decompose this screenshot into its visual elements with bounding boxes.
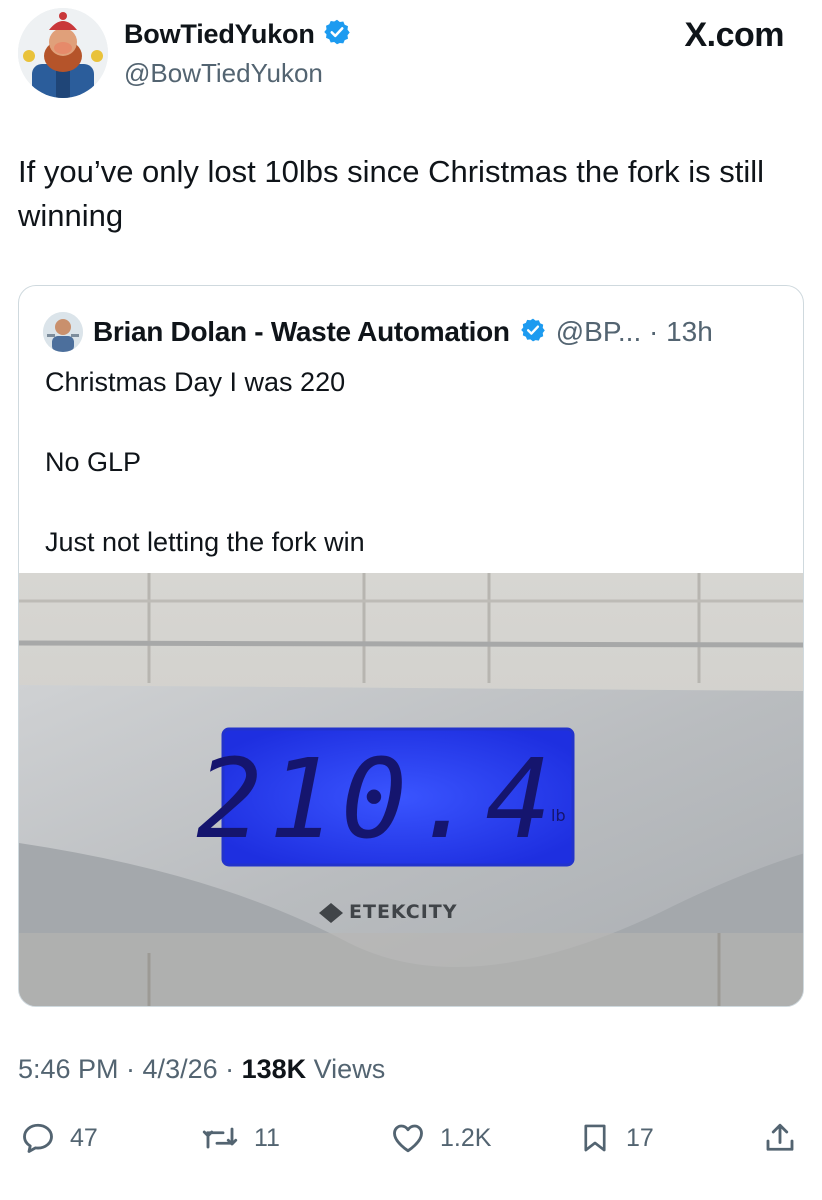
like-count: 1.2K <box>440 1123 492 1152</box>
views-label: Views <box>306 1054 386 1084</box>
quoted-line: Christmas Day I was 220 <box>45 367 346 397</box>
verified-badge-icon <box>520 317 546 348</box>
scale-reading: 210.4 <box>196 735 557 863</box>
share-icon <box>762 1120 798 1156</box>
repost-icon <box>200 1120 240 1156</box>
reply-button[interactable]: 47 <box>20 1116 98 1160</box>
reply-icon <box>20 1120 56 1156</box>
tweet-text: If you’ve only lost 10lbs since Christma… <box>18 154 764 233</box>
author-handle[interactable]: @BowTiedYukon <box>124 58 323 89</box>
author-name-row[interactable]: BowTiedYukon <box>124 18 351 51</box>
like-icon <box>390 1120 426 1156</box>
quoted-author-avatar[interactable] <box>43 312 83 352</box>
quoted-photo-scale[interactable]: 210.4 lb ETEKCITY <box>19 573 804 1007</box>
quoted-tweet-header: Brian Dolan - Waste Automation @BP... · … <box>43 312 713 352</box>
share-button[interactable] <box>762 1116 798 1160</box>
views-count: 138K <box>241 1054 307 1084</box>
tweet-meta: 5:46 PM · 4/3/26 · 138K Views <box>18 1054 385 1085</box>
site-logo-text: X.com <box>684 16 784 54</box>
quoted-line: No GLP <box>45 447 142 477</box>
verified-badge-icon <box>323 18 351 51</box>
repost-button[interactable]: 11 <box>200 1116 280 1160</box>
quoted-author-name[interactable]: Brian Dolan - Waste Automation <box>93 316 510 348</box>
quoted-handle-time: @BP... · 13h <box>555 316 713 347</box>
quoted-line: Just not letting the fork win <box>45 527 365 557</box>
repost-count: 11 <box>254 1123 280 1152</box>
bookmark-icon <box>578 1120 612 1156</box>
scale-unit: lb <box>551 806 566 825</box>
tweet-time-date[interactable]: 5:46 PM · 4/3/26 · <box>18 1054 242 1084</box>
reply-count: 47 <box>70 1123 98 1152</box>
author-avatar[interactable] <box>18 8 108 98</box>
scale-brand: ETEKCITY <box>349 901 458 923</box>
action-bar: 47 11 1.2K 17 <box>0 1116 822 1166</box>
tweet-header: BowTiedYukon @BowTiedYukon X.com <box>0 0 822 110</box>
like-button[interactable]: 1.2K <box>390 1116 491 1160</box>
author-display-name[interactable]: BowTiedYukon <box>124 19 315 50</box>
quoted-tweet-card[interactable]: Brian Dolan - Waste Automation @BP... · … <box>18 285 804 1007</box>
bookmark-button[interactable]: 17 <box>578 1116 654 1160</box>
bookmark-count: 17 <box>626 1123 654 1152</box>
quoted-tweet-text: Christmas Day I was 220 No GLP Just not … <box>45 366 785 559</box>
